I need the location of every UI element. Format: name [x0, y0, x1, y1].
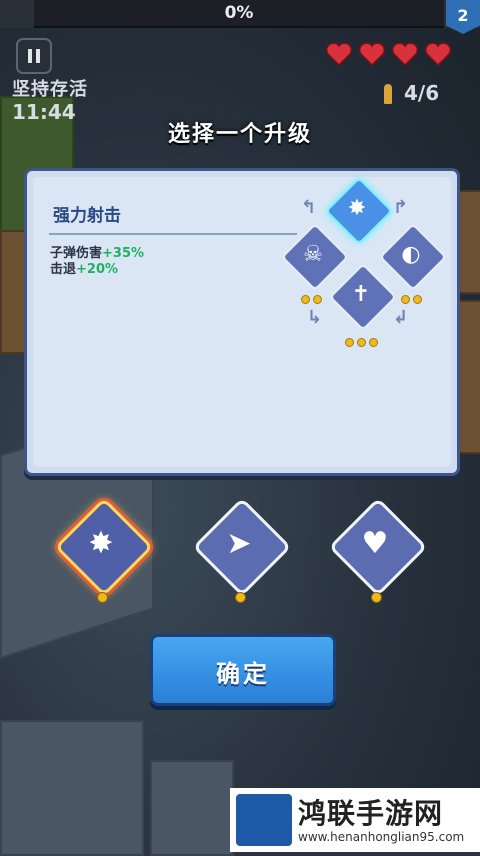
tree-arrow-icon: ↰ [301, 197, 317, 218]
skill-node-level-dots [301, 289, 325, 304]
stat-row: 击退+20% [50, 258, 118, 277]
burst-shot-icon: ✸ [347, 196, 367, 221]
watermark-name: 鸿联手游网 [298, 797, 444, 830]
skill-node-level-dots [345, 332, 381, 347]
confirm-button[interactable]: 确定 [150, 634, 336, 706]
health-hearts [326, 42, 452, 68]
skull-explosion-icon: ☠ [303, 242, 323, 267]
wave-progress-text: 0% [224, 3, 254, 23]
ammo-count: 4/6 [404, 81, 440, 105]
heart-icon [326, 42, 352, 66]
choice-level-dot [371, 592, 382, 603]
skill-node-level-dots [401, 289, 425, 304]
heart-up-icon: ♥ [361, 526, 389, 561]
game-mode-label: 坚持存活 [12, 79, 88, 100]
scene-rooftop [0, 720, 144, 856]
bullet-icon [384, 84, 392, 104]
site-watermark: 鸿联手游网 www.henanhonglian95.com [230, 788, 480, 852]
heart-icon [359, 42, 385, 66]
pause-icon [36, 49, 40, 63]
watermark-url: www.henanhonglian95.com [298, 830, 465, 844]
pause-button[interactable] [16, 38, 52, 74]
watermark-logo [236, 794, 292, 846]
dash-boot-icon: ➤ [226, 526, 252, 561]
stat-value: +20% [76, 262, 119, 277]
pause-icon [28, 49, 32, 63]
skill-name-divider [49, 233, 297, 235]
skill-info-panel: 强力射击 子弹伤害+35% 击退+20% ↰ ↱ ↳ ↲ ✸ ☠ ◐ ✝ [24, 168, 460, 476]
choice-level-dot [235, 592, 246, 603]
tree-arrow-icon: ↳ [307, 307, 323, 328]
orbit-shield-icon: ◐ [401, 242, 421, 267]
tree-arrow-icon: ↲ [393, 307, 409, 328]
upgrade-dialog-title: 选择一个升级 [167, 122, 312, 147]
heart-icon [425, 42, 451, 66]
tree-arrow-icon: ↱ [393, 197, 409, 218]
cross-character-icon: ✝ [351, 282, 371, 307]
level-number: 2 [457, 6, 469, 25]
scene-rooftop [150, 760, 234, 856]
top-bar: 0% [0, 0, 480, 28]
wave-progress-bar: 0% [34, 0, 444, 28]
burst-shot-icon: ✸ [88, 526, 114, 561]
stat-label: 击退 [50, 262, 77, 277]
choice-level-dot [97, 592, 108, 603]
skill-name: 强力射击 [53, 206, 121, 226]
heart-icon [392, 42, 418, 66]
skill-info-panel-inner: 强力射击 子弹伤害+35% 击退+20% ↰ ↱ ↳ ↲ ✸ ☠ ◐ ✝ [33, 177, 451, 467]
confirm-button-label: 确定 [216, 660, 270, 688]
